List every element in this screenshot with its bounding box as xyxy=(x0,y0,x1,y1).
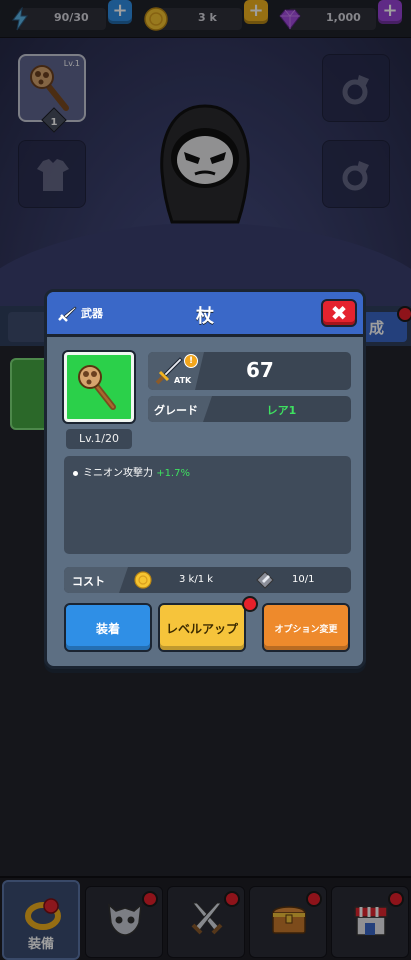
atk-label: ATK xyxy=(174,376,192,385)
modal-header: 武器 杖 ✖ xyxy=(47,292,363,337)
coin-icon xyxy=(134,571,152,589)
level-up-notification-dot xyxy=(242,596,258,612)
item-title: 杖 xyxy=(196,306,214,327)
alert-icon: ! xyxy=(184,354,198,368)
grade-row: グレード レア1 xyxy=(148,396,351,422)
option-line: ミニオン攻撃力 +1.7% xyxy=(73,464,190,479)
option-change-button[interactable]: オプション変更 xyxy=(262,603,350,652)
level-up-button-label: レベルアップ xyxy=(165,622,238,636)
grade-label: グレード xyxy=(154,404,198,417)
cost-row: コスト 3 k/1 k 10/1 xyxy=(64,567,351,593)
gold-cost: 3 k/1 k xyxy=(179,574,214,585)
close-icon: ✖ xyxy=(330,301,348,325)
equip-button-label: 装着 xyxy=(95,622,120,636)
level-up-button[interactable]: レベルアップ xyxy=(158,603,246,652)
atk-value: 67 xyxy=(246,358,274,382)
option-bonus: +1.7% xyxy=(156,468,190,479)
equip-button[interactable]: 装着 xyxy=(64,603,152,652)
grade-value: レア1 xyxy=(266,404,297,417)
option-change-button-label: オプション変更 xyxy=(274,625,338,635)
attack-stat-row: ! ATK 67 xyxy=(148,352,351,390)
bullet-icon xyxy=(73,470,78,476)
item-portrait xyxy=(64,352,134,422)
item-options-box: ミニオン攻撃力 +1.7% xyxy=(64,456,351,554)
item-detail-modal: 武器 杖 ✖ Lv.1/20 ! ATK 67 グレード レア1 ミニオン攻撃力… xyxy=(44,289,366,669)
option-text: ミニオン攻撃力 xyxy=(83,468,153,479)
item-level: Lv.1/20 xyxy=(66,429,132,449)
upgrade-stone-icon xyxy=(256,571,274,589)
material-cost: 10/1 xyxy=(292,574,315,585)
close-button[interactable]: ✖ xyxy=(321,299,357,327)
staff-icon xyxy=(78,365,116,410)
cost-label: コスト xyxy=(72,575,105,588)
